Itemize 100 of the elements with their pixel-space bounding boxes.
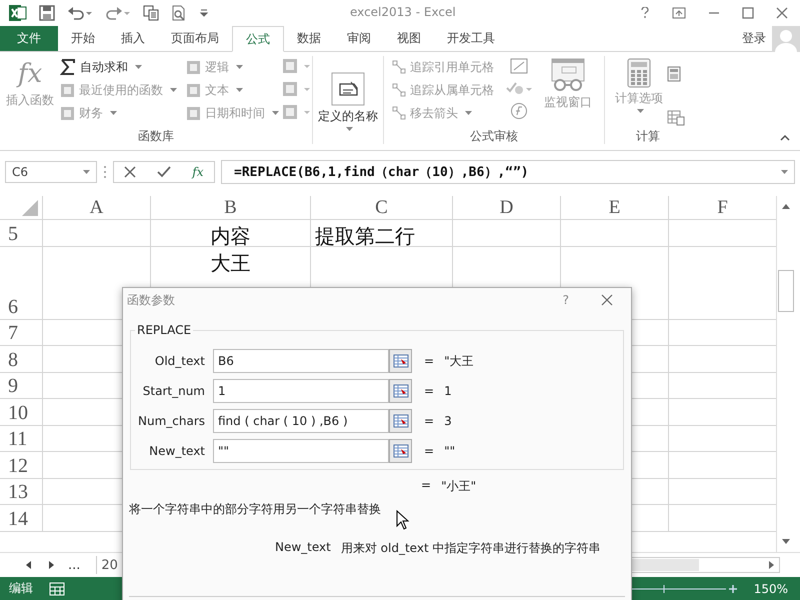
argument-field[interactable]: "" <box>213 439 389 463</box>
ribbon-tab[interactable]: 开发工具 <box>434 26 508 51</box>
argument-result: 1 <box>444 384 452 398</box>
row-header[interactable]: 11 <box>0 426 42 452</box>
row-header[interactable]: 5 <box>0 220 42 246</box>
undo-icon[interactable] <box>67 5 93 21</box>
row-header[interactable]: 6 <box>0 246 42 320</box>
argument-field[interactable]: 1 <box>213 379 389 403</box>
scroll-down-icon[interactable] <box>781 538 791 546</box>
caret-icon[interactable] <box>83 170 90 174</box>
book-icon <box>186 106 201 120</box>
range-select-icon <box>392 414 408 428</box>
collapse-dialog-button[interactable] <box>389 379 412 403</box>
collapse-ribbon-icon[interactable] <box>780 134 790 142</box>
formula-result: "小王" <box>441 478 476 495</box>
customize-caret-icon[interactable] <box>199 8 209 18</box>
column-header[interactable]: A <box>42 196 150 219</box>
caret-icon[interactable] <box>346 126 353 130</box>
ribbon-tab[interactable]: 页面布局 <box>158 26 232 51</box>
trace-arrow-icon <box>392 106 406 120</box>
row-header[interactable]: 14 <box>0 505 42 532</box>
book-icon <box>60 82 75 98</box>
next-sheet-icon[interactable] <box>48 560 56 570</box>
cancel-icon[interactable] <box>124 166 136 178</box>
help-icon[interactable] <box>640 7 650 19</box>
sheet-stats-icon[interactable] <box>49 582 65 596</box>
ribbon-tab[interactable]: 审阅 <box>334 26 384 51</box>
argument-field[interactable]: find ( char ( 10 ) ,B6 ) <box>213 409 389 433</box>
checkmark-icon[interactable] <box>157 166 172 178</box>
scroll-up-icon[interactable] <box>781 202 791 210</box>
row-header[interactable]: 9 <box>0 372 42 399</box>
calculator-icon <box>627 58 651 88</box>
sigma-icon <box>60 59 76 75</box>
defined-names-button[interactable]: 定义的名称 <box>318 72 378 130</box>
name-tag-icon <box>331 72 365 106</box>
grip-icon <box>103 165 107 179</box>
file-tab[interactable]: 文件 <box>0 26 58 51</box>
equals-sign: = <box>424 414 434 428</box>
name-box[interactable]: C6 <box>5 161 97 183</box>
column-header[interactable]: D <box>452 196 560 219</box>
column-header[interactable]: F <box>668 196 776 219</box>
book-icon <box>186 82 201 98</box>
copy-icon[interactable] <box>143 5 159 21</box>
collapse-dialog-button[interactable] <box>389 439 412 463</box>
sign-in-link[interactable]: 登录 <box>736 26 772 51</box>
column-header[interactable]: B <box>150 196 310 219</box>
function-name: REPLACE <box>135 323 194 337</box>
table-cell: 提取第二行 <box>310 220 452 246</box>
row-header[interactable]: 8 <box>0 346 42 372</box>
save-icon[interactable] <box>39 5 55 21</box>
formula-input[interactable]: =REPLACE(B6,1,find（char（10）,B6）,“”) <box>221 160 795 184</box>
book-icon <box>186 60 201 74</box>
calculator-icon[interactable] <box>667 66 681 82</box>
error-check-icon[interactable] <box>506 80 532 96</box>
equals-sign: = <box>424 444 434 458</box>
show-formulas-icon[interactable] <box>510 58 528 74</box>
argument-label: New_text <box>148 444 205 458</box>
ribbon-tab[interactable]: 公式 <box>232 26 284 52</box>
column-header[interactable]: C <box>310 196 452 219</box>
maximize-icon[interactable] <box>742 7 754 19</box>
range-select-icon <box>392 384 408 398</box>
trace-arrow-icon <box>392 60 406 74</box>
range-select-icon <box>392 444 408 458</box>
argument-result: 3 <box>444 414 452 428</box>
excel-logo-icon <box>9 4 27 22</box>
ribbon-tab[interactable]: 开始 <box>58 26 108 51</box>
insert-function-icon[interactable]: fx <box>192 165 204 179</box>
print-preview-icon[interactable] <box>171 5 187 21</box>
column-header[interactable]: E <box>560 196 668 219</box>
collapse-dialog-button[interactable] <box>389 409 412 433</box>
more-sheets-button[interactable]: ... <box>68 558 80 572</box>
previous-sheet-icon[interactable] <box>24 560 32 570</box>
argument-help-name: New_text <box>275 540 331 556</box>
vertical-scrollbar[interactable] <box>776 196 795 552</box>
ribbon-tab[interactable]: 数据 <box>284 26 334 51</box>
argument-result: "" <box>444 444 456 458</box>
calculate-sheet-icon[interactable] <box>667 110 685 126</box>
close-icon[interactable] <box>776 7 788 19</box>
row-header[interactable]: 7 <box>0 320 42 346</box>
ribbon-tab[interactable]: 视图 <box>384 26 434 51</box>
caret-icon[interactable] <box>135 65 142 69</box>
collapse-dialog-button[interactable] <box>389 349 412 373</box>
row-header[interactable]: 12 <box>0 452 42 478</box>
caret-icon[interactable] <box>781 170 788 174</box>
window-title: excel2013 - Excel <box>350 5 456 19</box>
row-header[interactable]: 10 <box>0 399 42 426</box>
row-header[interactable]: 13 <box>0 478 42 505</box>
equals-sign: = <box>421 478 432 494</box>
close-icon[interactable] <box>601 294 613 306</box>
sheet-tab[interactable]: 20 <box>101 558 118 572</box>
ribbon-command[interactable]: 自动求和 <box>60 58 182 76</box>
argument-field[interactable]: B6 <box>213 349 389 373</box>
zoom-level[interactable]: 150% <box>754 582 788 596</box>
ribbon-display-icon[interactable] <box>672 7 686 19</box>
redo-icon[interactable] <box>105 5 131 21</box>
ribbon-tab[interactable]: 插入 <box>108 26 158 51</box>
scroll-thumb[interactable] <box>778 270 794 312</box>
scroll-right-icon[interactable] <box>768 560 776 570</box>
evaluate-formula-icon[interactable] <box>510 102 528 120</box>
status-mode: 编辑 <box>9 580 33 597</box>
